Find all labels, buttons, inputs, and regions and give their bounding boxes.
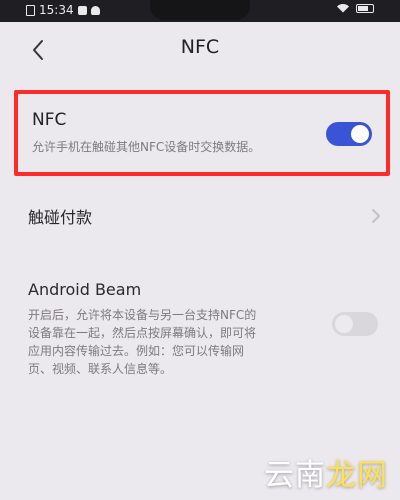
watermark-text: 云南	[264, 458, 326, 493]
battery-icon	[356, 3, 374, 13]
sim-icon	[26, 4, 35, 16]
android-beam-title: Android Beam	[28, 280, 142, 299]
notification-icon	[77, 5, 87, 15]
notification-icon-2	[90, 5, 100, 15]
android-beam-toggle[interactable]	[332, 312, 378, 336]
watermark: 云南龙网	[264, 450, 388, 494]
android-beam-description-line: 页、视频、联系人信息等。	[28, 362, 173, 376]
chevron-right-icon	[372, 209, 380, 223]
touch-payment-row[interactable]: 触碰付款	[14, 186, 390, 248]
status-left: 15:34	[26, 3, 100, 17]
status-right	[336, 3, 374, 13]
page-title: NFC	[180, 36, 220, 58]
nfc-toggle-knob	[351, 125, 369, 143]
android-beam-row[interactable]: Android Beam 开启后，允许将本设备与另一台支持NFC的 设备靠在一起…	[14, 262, 390, 382]
status-bar: 15:34	[0, 0, 400, 20]
android-beam-description: 开启后，允许将本设备与另一台支持NFC的 设备靠在一起，然后点按屏幕确认，即可将…	[28, 306, 318, 378]
phone-screen: 15:34 NFC NFC 允许手机在触碰其他NFC设备时交换数据。 触碰付款	[0, 0, 400, 500]
android-beam-description-line: 应用内容传输过去。例如：您可以传输网	[28, 344, 245, 358]
nfc-toggle[interactable]	[326, 122, 372, 146]
header: NFC	[0, 22, 400, 78]
nfc-setting-row[interactable]: NFC 允许手机在触碰其他NFC设备时交换数据。	[14, 90, 390, 176]
android-beam-toggle-knob	[335, 315, 353, 333]
nfc-setting-description: 允许手机在触碰其他NFC设备时交换数据。	[32, 140, 261, 154]
android-beam-description-line: 设备靠在一起，然后点按屏幕确认，即可将	[28, 326, 257, 340]
status-time: 15:34	[39, 3, 74, 17]
nfc-setting-title: NFC	[32, 110, 67, 130]
android-beam-description-line: 开启后，允许将本设备与另一台支持NFC的	[28, 308, 257, 322]
touch-payment-title: 触碰付款	[28, 208, 93, 227]
wifi-icon	[337, 4, 349, 13]
watermark-text-accent: 龙网	[326, 458, 388, 493]
